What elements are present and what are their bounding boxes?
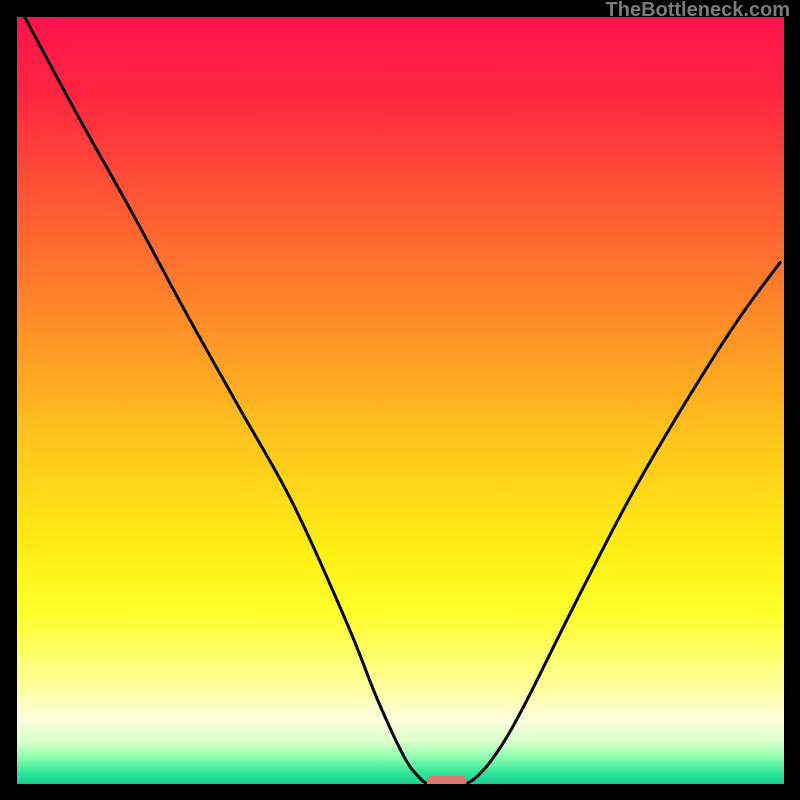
chart-frame: TheBottleneck.com — [0, 0, 800, 800]
optimal-marker — [427, 776, 467, 784]
bottleneck-chart — [17, 17, 784, 784]
watermark-text: TheBottleneck.com — [606, 0, 790, 22]
chart-background — [17, 17, 784, 784]
